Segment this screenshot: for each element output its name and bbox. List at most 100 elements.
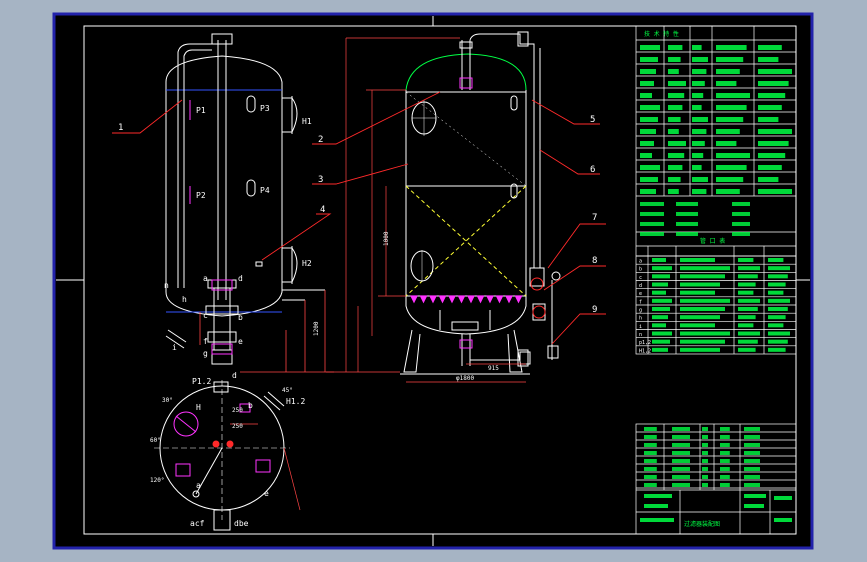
title-text-block bbox=[644, 483, 657, 487]
nozzle-text-block bbox=[738, 258, 754, 262]
nozzle-text-block bbox=[680, 315, 720, 320]
spec-text-block bbox=[716, 153, 750, 158]
title-text-block bbox=[744, 475, 760, 479]
title-text-block bbox=[720, 483, 730, 487]
nozzle-text-block bbox=[738, 298, 760, 303]
nozzle-text-block bbox=[652, 347, 668, 352]
nozzle-text-block bbox=[768, 258, 784, 262]
spec-text-block bbox=[716, 81, 737, 86]
callout-7: 7 bbox=[592, 213, 597, 223]
nozzle-text-block bbox=[680, 258, 715, 262]
spec-text-block bbox=[640, 153, 652, 158]
nozzle-row-letter: n bbox=[639, 332, 642, 338]
title-text-block bbox=[720, 475, 730, 479]
nozzle-text-block bbox=[652, 266, 672, 271]
spec-text-block bbox=[692, 57, 708, 62]
title-text-block bbox=[702, 451, 708, 455]
spec-text-block bbox=[758, 153, 786, 158]
spec-text-block bbox=[668, 69, 679, 74]
spec-text-block bbox=[716, 93, 750, 98]
nozzle-text-block bbox=[680, 323, 715, 328]
dim-45: 45° bbox=[282, 387, 293, 394]
label-e: e bbox=[238, 337, 243, 346]
nozzle-text-block bbox=[738, 307, 758, 311]
nozzle-text-block bbox=[768, 298, 790, 303]
spec-text-block bbox=[640, 69, 656, 74]
title-text-block bbox=[672, 427, 690, 431]
plan-label-p12: P1.2 bbox=[192, 377, 211, 386]
nozzle-text-block bbox=[652, 323, 666, 328]
spec-text-block bbox=[640, 81, 654, 86]
title-text-block bbox=[672, 483, 690, 487]
spec-text-block bbox=[640, 202, 664, 206]
dim-915: 915 bbox=[488, 365, 499, 372]
spec-text-block bbox=[692, 117, 708, 122]
title-text-block bbox=[744, 443, 760, 447]
spec-text-block bbox=[716, 189, 740, 194]
spec-text-block bbox=[716, 57, 744, 62]
spec-text-block bbox=[692, 177, 708, 182]
spec-text-block bbox=[640, 93, 652, 98]
nozzle-row-letter: b bbox=[639, 267, 642, 273]
spec-text-block bbox=[640, 45, 660, 50]
label-h1: H1 bbox=[302, 117, 312, 126]
title-text-block bbox=[672, 451, 690, 455]
nozzle-text-block bbox=[652, 331, 672, 336]
label-p1: P1 bbox=[196, 106, 206, 115]
spec-text-block bbox=[640, 232, 664, 236]
spec-text-block bbox=[758, 177, 779, 182]
title-text-block bbox=[744, 435, 760, 439]
spec-text-block bbox=[640, 57, 658, 62]
spec-text-block bbox=[676, 222, 698, 226]
spec-text-block bbox=[676, 212, 698, 216]
nozzle-row-letter: H1,2 bbox=[639, 348, 651, 354]
title-text-block bbox=[672, 459, 690, 463]
spec-text-block bbox=[716, 177, 744, 182]
nozzle-text-block bbox=[768, 339, 788, 344]
nozzle-text-block bbox=[768, 266, 790, 271]
label-g: g bbox=[203, 349, 208, 358]
spec-text-block bbox=[692, 69, 707, 74]
plan-label-a: a bbox=[196, 481, 201, 490]
nozzle-text-block bbox=[738, 290, 754, 295]
callout-4: 4 bbox=[320, 205, 325, 215]
title-text-block bbox=[644, 467, 657, 471]
cad-drawing-canvas: P1 P2 P3 P4 H1 H2 n h a c d b e g i f 10… bbox=[52, 12, 814, 550]
callout-9: 9 bbox=[592, 305, 597, 315]
nozzle-row-letter: i bbox=[639, 324, 642, 330]
spec-text-block bbox=[732, 232, 750, 236]
label-h: h bbox=[182, 295, 187, 304]
spec-text-block bbox=[676, 202, 698, 206]
callout-6: 6 bbox=[590, 165, 595, 175]
spec-text-block bbox=[716, 69, 740, 74]
nozzle-text-block bbox=[680, 339, 725, 344]
spec-text-block bbox=[676, 232, 698, 236]
spec-text-block bbox=[732, 212, 750, 216]
spec-text-block bbox=[758, 117, 779, 122]
nozzle-row-letter: d bbox=[639, 283, 642, 289]
spec-text-block bbox=[668, 45, 683, 50]
nozzle-text-block bbox=[652, 298, 672, 303]
nozzle-text-block bbox=[652, 258, 666, 262]
title-text-block bbox=[702, 467, 708, 471]
spec-text-block bbox=[692, 93, 704, 98]
nozzle-text-block bbox=[738, 282, 756, 287]
nozzle-text-block bbox=[738, 347, 756, 352]
spec-text-block bbox=[716, 129, 740, 134]
title-text-block bbox=[672, 435, 690, 439]
spec-text-block bbox=[640, 222, 664, 226]
spec-text-block bbox=[668, 129, 679, 134]
label-p2: P2 bbox=[196, 191, 206, 200]
spec-text-block bbox=[668, 81, 686, 86]
label-n: n bbox=[164, 281, 169, 290]
nozzle-text-block bbox=[680, 347, 720, 352]
spec-text-block bbox=[668, 105, 683, 110]
callout-8: 8 bbox=[592, 256, 597, 266]
title-text-block bbox=[644, 459, 657, 463]
nozzle-text-block bbox=[738, 323, 754, 328]
spec-text-block bbox=[692, 129, 707, 134]
spec-text-block bbox=[668, 153, 685, 158]
spec-text-block bbox=[758, 45, 782, 50]
title-text-block bbox=[702, 459, 708, 463]
callout-5: 5 bbox=[590, 115, 595, 125]
